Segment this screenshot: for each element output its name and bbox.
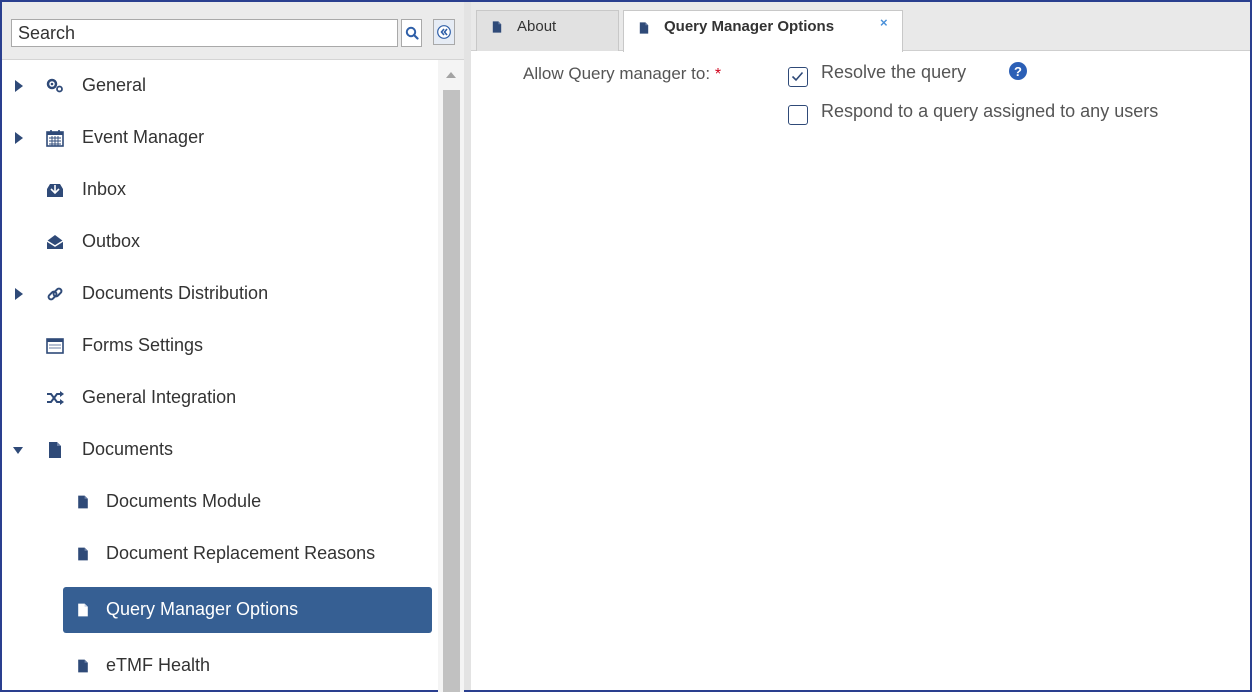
expand-arrow-icon[interactable] [14,79,24,93]
gears-icon [46,78,63,93]
tree-item-forms-settings[interactable]: Forms Settings [2,320,438,372]
navigation-panel: General Event Manager Inbox [2,2,464,692]
tree-scrollbar[interactable] [438,60,464,692]
tree-item-documents[interactable]: Documents [2,424,438,476]
search-button[interactable] [401,19,422,47]
outbox-icon [46,235,64,249]
required-asterisk: * [714,66,722,83]
double-chevron-left-icon [437,25,451,39]
settings-tree: General Event Manager Inbox Outbox Docum… [2,60,438,690]
tree-item-documents-module[interactable]: Documents Module [2,476,438,528]
collapse-panel-button[interactable] [433,19,455,45]
document-icon [639,22,649,34]
search-icon [405,26,419,40]
tab-label: Query Manager Options [664,18,835,35]
tab-about[interactable]: About [476,10,619,51]
tree-item-document-replacement-reasons[interactable]: Document Replacement Reasons [2,528,438,580]
tree-item-label: Documents [82,439,174,459]
tree-item-label: General Integration [82,387,237,407]
tab-query-manager-options[interactable]: Query Manager Options × [623,10,903,52]
respond-any-users-checkbox[interactable] [788,105,808,125]
panel-divider[interactable] [464,2,471,690]
tree-item-etmf-health[interactable]: eTMF Health [2,638,438,690]
tree-item-inbox[interactable]: Inbox [2,164,438,216]
form-icon [46,338,64,354]
close-tab-icon[interactable]: × [880,15,888,30]
inbox-icon [47,184,63,197]
tree-item-label: Query Manager Options [106,599,299,619]
tree-item-label: eTMF Health [106,655,211,675]
document-icon [49,442,61,458]
tree-item-query-manager-options[interactable]: Query Manager Options [2,580,438,633]
tab-label: About [517,18,557,35]
content-panel: About Query Manager Options × Allow Quer… [471,2,1250,690]
tree-item-label: Outbox [82,231,141,251]
tree-item-general-integration[interactable]: General Integration [2,372,438,424]
tree-item-label: Forms Settings [82,335,204,355]
tree-item-outbox[interactable]: Outbox [2,216,438,268]
link-icon [47,287,63,301]
tab-bar: About Query Manager Options × [471,2,1250,52]
tree-item-label: Event Manager [82,127,205,147]
scroll-up-arrow-icon[interactable] [446,72,456,78]
search-bar [2,2,464,60]
shuffle-icon [47,391,64,405]
field-label-text: Allow Query manager to: [523,64,711,83]
document-icon [78,659,88,673]
allow-query-manager-label: Allow Query manager to: * [523,64,721,84]
tree-item-label: Inbox [82,179,127,199]
tree-item-event-manager[interactable]: Event Manager [2,112,438,164]
scroll-thumb[interactable] [443,90,460,692]
tree-item-label: General [82,75,147,95]
tree-item-documents-distribution[interactable]: Documents Distribution [2,268,438,320]
calendar-icon [46,130,64,147]
document-icon [492,21,502,33]
expand-arrow-icon[interactable] [14,287,24,301]
collapse-arrow-icon[interactable] [12,443,24,457]
search-input[interactable] [11,19,398,47]
help-icon[interactable]: ? [1009,62,1027,80]
document-icon [78,603,88,617]
checkmark-icon [791,71,804,82]
resolve-query-checkbox[interactable] [788,67,808,87]
tree-item-label: Document Replacement Reasons [106,543,376,563]
tree-item-label: Documents Module [106,491,262,511]
document-icon [78,495,88,509]
resolve-query-label[interactable]: Resolve the query [821,62,966,83]
tree-item-general[interactable]: General [2,60,438,112]
respond-any-users-label[interactable]: Respond to a query assigned to any users [821,101,1158,122]
tree-item-label: Documents Distribution [82,283,269,303]
document-icon [78,547,88,561]
expand-arrow-icon[interactable] [14,131,24,145]
query-manager-options-form: Allow Query manager to: * Resolve the qu… [471,50,1250,690]
